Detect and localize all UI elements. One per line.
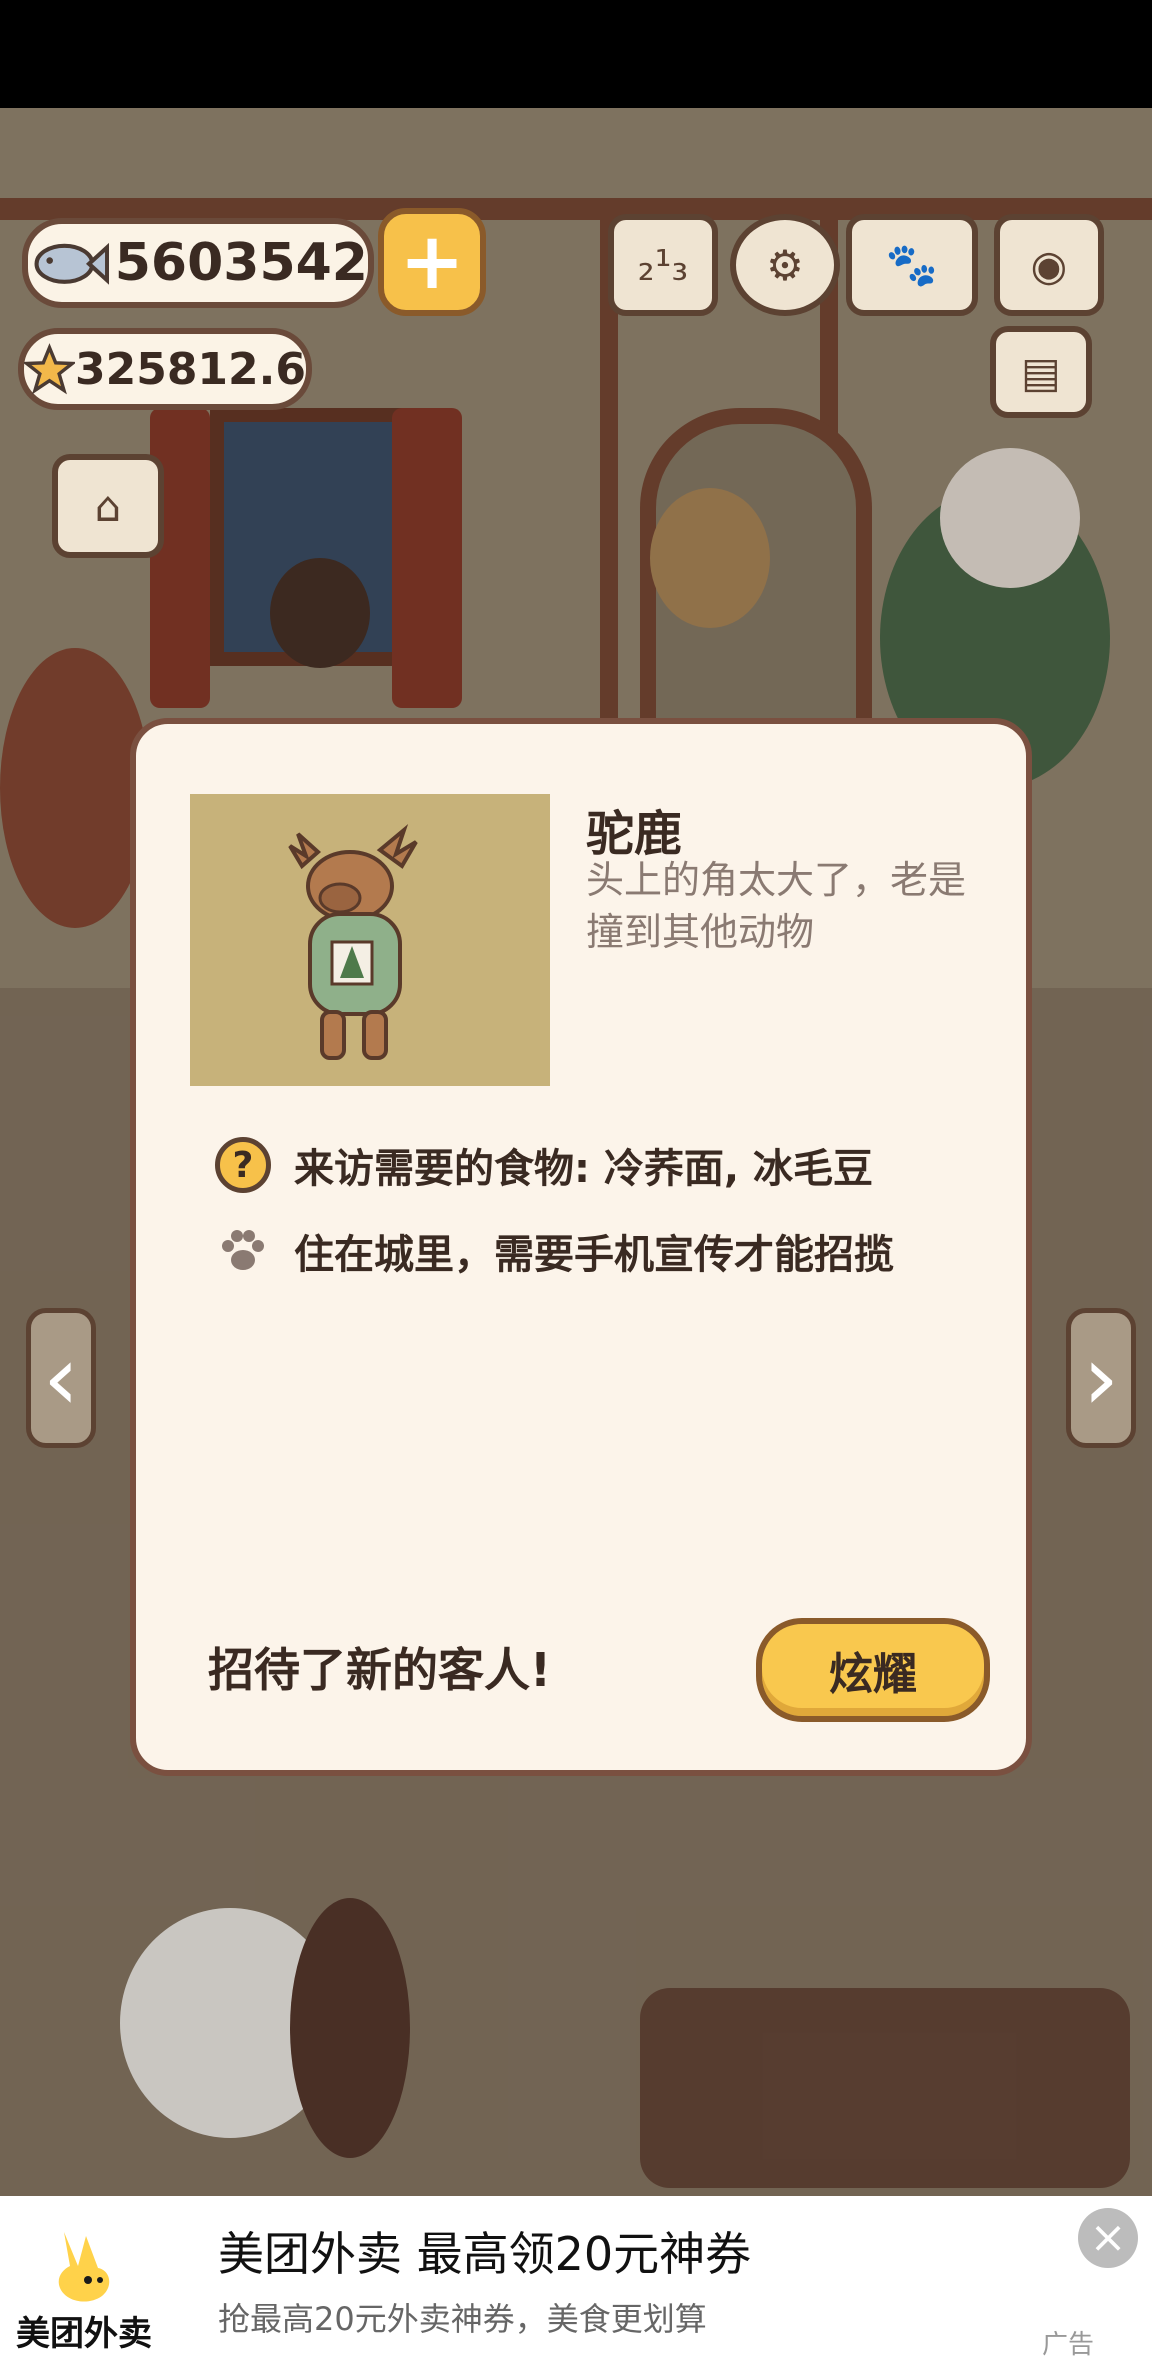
ad-tag: 广告: [1042, 2330, 1095, 2360]
question-icon: ?: [215, 1137, 271, 1193]
newspaper-icon[interactable]: ▤: [990, 326, 1092, 418]
star-count: 325812.6: [74, 343, 306, 395]
visitor-info-dialog: 驼鹿 头上的角太大了，老是撞到其他动物 ? 来访需要的食物: 冷荞面, 冰毛豆 …: [130, 718, 1032, 1776]
camera-icon[interactable]: ◉: [994, 214, 1104, 316]
ranking-icon[interactable]: ₂¹₃: [608, 214, 718, 316]
new-guest-message: 招待了新的客人!: [208, 1643, 551, 1697]
ad-banner[interactable]: 美团外卖 美团外卖 最高领20元神券 抢最高20元外卖神券，美食更划算 × 广告: [0, 2196, 1152, 2376]
fish-icon: [34, 243, 109, 285]
next-arrow-icon[interactable]: ›: [1066, 1308, 1136, 1448]
animal-description: 头上的角太大了，老是撞到其他动物: [586, 858, 967, 954]
paw-book-icon[interactable]: 🐾: [846, 214, 978, 316]
close-icon[interactable]: ×: [1078, 2208, 1138, 2268]
animal-portrait: [190, 794, 550, 1086]
ad-subtitle[interactable]: 抢最高20元外卖神券，美食更划算: [218, 2294, 707, 2340]
settings-gear-icon[interactable]: ⚙: [730, 214, 840, 316]
show-off-button[interactable]: 炫耀: [756, 1618, 990, 1722]
food-requirement-text: 来访需要的食物: 冷荞面, 冰毛豆: [294, 1146, 874, 1192]
star-icon: [24, 343, 75, 395]
ad-title[interactable]: 美团外卖 最高领20元神券: [218, 2218, 751, 2284]
previous-arrow-icon[interactable]: ‹: [26, 1308, 96, 1448]
add-fish-button[interactable]: +: [378, 208, 486, 316]
fish-count: 5603542: [114, 233, 368, 293]
ad-brand-name: 美团外卖: [16, 2314, 152, 2354]
star-counter: 325812.6: [18, 328, 312, 410]
fish-counter: 5603542: [22, 218, 374, 308]
paw-icon: [222, 1230, 264, 1270]
status-bar: [0, 0, 1152, 108]
moose-image: [288, 823, 418, 1060]
kangaroo-logo-icon: [58, 2232, 110, 2302]
food-requirement-row: ? 来访需要的食物: 冷荞面, 冰毛豆: [212, 1134, 873, 1196]
habitat-row: 住在城里，需要手机宣传才能招揽: [212, 1220, 894, 1282]
habitat-text: 住在城里，需要手机宣传才能招揽: [294, 1232, 894, 1278]
shop-icon[interactable]: ⌂: [52, 454, 164, 558]
